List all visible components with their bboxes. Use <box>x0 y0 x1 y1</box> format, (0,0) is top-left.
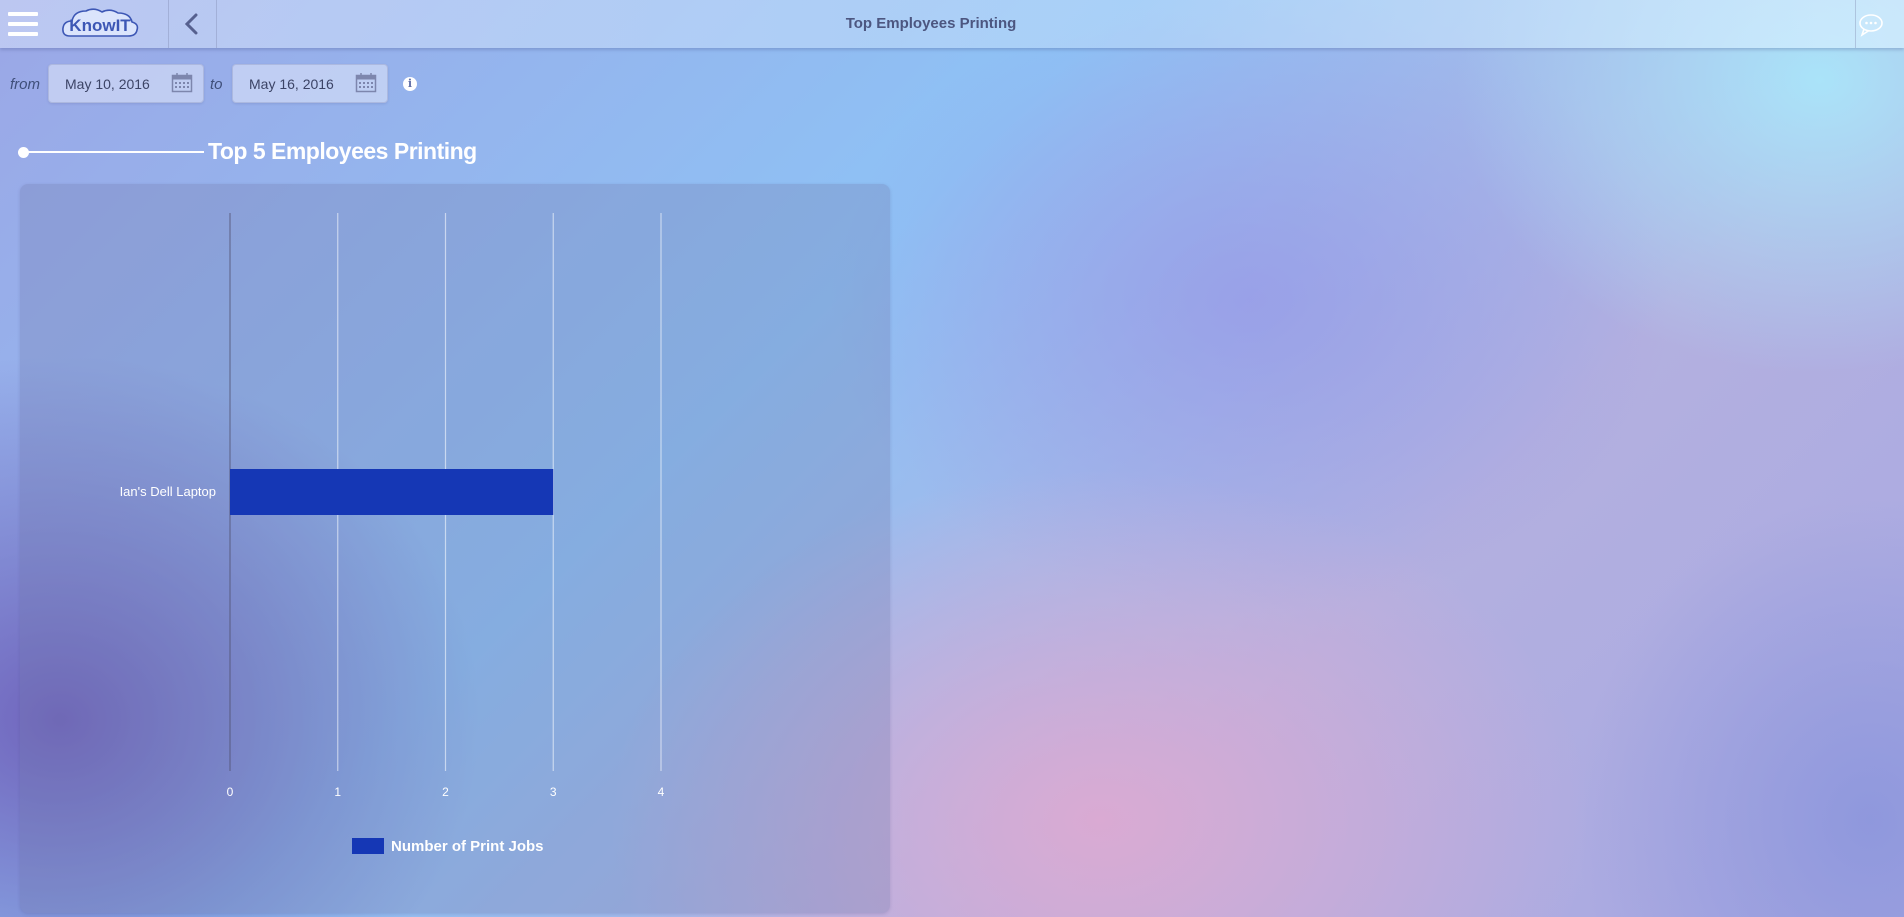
section-title: Top 5 Employees Printing <box>208 138 477 164</box>
legend-label: Number of Print Jobs <box>391 838 544 855</box>
section-marker-line <box>24 151 204 153</box>
chart-panel: 0 1 2 3 4 Ian's Dell Laptop Number of Print Jo… <box>20 184 890 913</box>
x-tick-label: 0 <box>227 785 234 799</box>
chat-button[interactable] <box>1856 10 1886 40</box>
x-tick-label: 4 <box>658 785 665 799</box>
bar <box>230 469 554 515</box>
to-label: to <box>210 76 223 93</box>
from-date-value: May 10, 2016 <box>65 76 150 92</box>
top-bar: KnowIT Top Employees Printing <box>0 0 1904 48</box>
chat-bubble-icon <box>1859 14 1883 37</box>
x-tick-label: 1 <box>334 785 341 799</box>
to-date-field[interactable]: May 16, 2016 <box>232 64 388 103</box>
from-label: from <box>10 76 40 93</box>
to-date-value: May 16, 2016 <box>249 76 334 92</box>
page-title: Top Employees Printing <box>845 15 1017 32</box>
category-label: Ian's Dell Laptop <box>120 484 216 499</box>
info-icon[interactable] <box>403 77 417 91</box>
legend-swatch <box>352 838 384 854</box>
x-tick-label: 2 <box>442 785 449 799</box>
bar-chart: 0 1 2 3 4 Ian's Dell Laptop Number of Print Jo… <box>120 213 665 855</box>
from-date-field[interactable]: May 10, 2016 <box>48 64 204 103</box>
x-tick-label: 3 <box>550 785 557 799</box>
calendar-icon[interactable] <box>171 72 193 94</box>
calendar-icon[interactable] <box>355 72 377 94</box>
